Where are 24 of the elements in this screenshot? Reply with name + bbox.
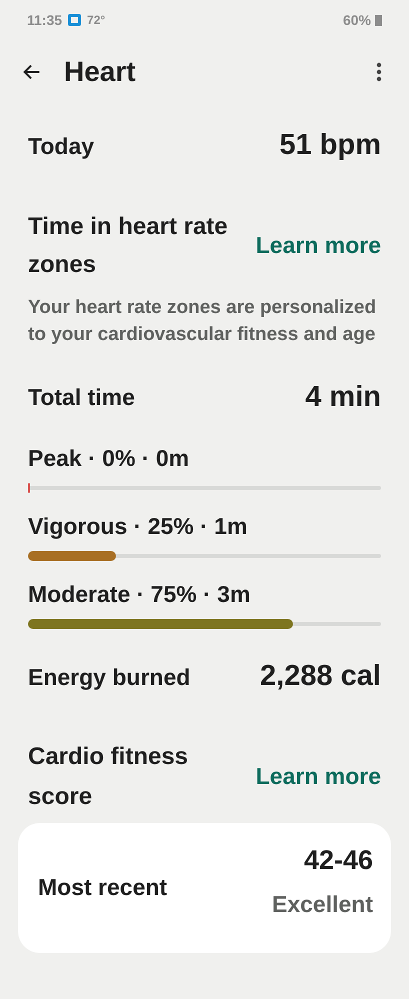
status-time: 11:35	[27, 10, 62, 30]
page-title: Heart	[64, 55, 137, 89]
bpm-value: 51 bpm	[279, 128, 381, 163]
app-icon	[68, 14, 82, 26]
battery-text: 60%	[342, 10, 371, 30]
learn-more-link[interactable]: Learn more	[256, 759, 381, 794]
zone-label: Peak · 0% · 0m	[28, 444, 190, 473]
energy-label: Energy burned	[28, 662, 190, 692]
total-time-value: 4 min	[305, 380, 381, 414]
learn-more-link[interactable]: Learn more	[256, 228, 381, 263]
temperature-text: 72°	[87, 12, 106, 29]
total-time-label: Total time	[28, 383, 135, 412]
section-title: Time in heart rate zones	[28, 212, 228, 280]
recent-label: Most recent	[38, 873, 168, 902]
rating-text: Excellent	[272, 890, 373, 918]
today-label: Today	[28, 132, 94, 161]
zones-description: Your heart rate zones are personalized to your cardiovascular fitness and age	[28, 296, 378, 346]
battery-icon	[375, 14, 382, 26]
zone-label: Vigorous · 25% · 1m	[28, 512, 248, 541]
section-title: Cardio fitness score	[28, 742, 190, 812]
score-value: 42-46	[304, 844, 373, 877]
zone-label: Moderate · 75% · 3m	[28, 580, 252, 609]
energy-value: 2,288 cal	[260, 659, 381, 694]
more-menu-icon[interactable]	[376, 62, 382, 82]
